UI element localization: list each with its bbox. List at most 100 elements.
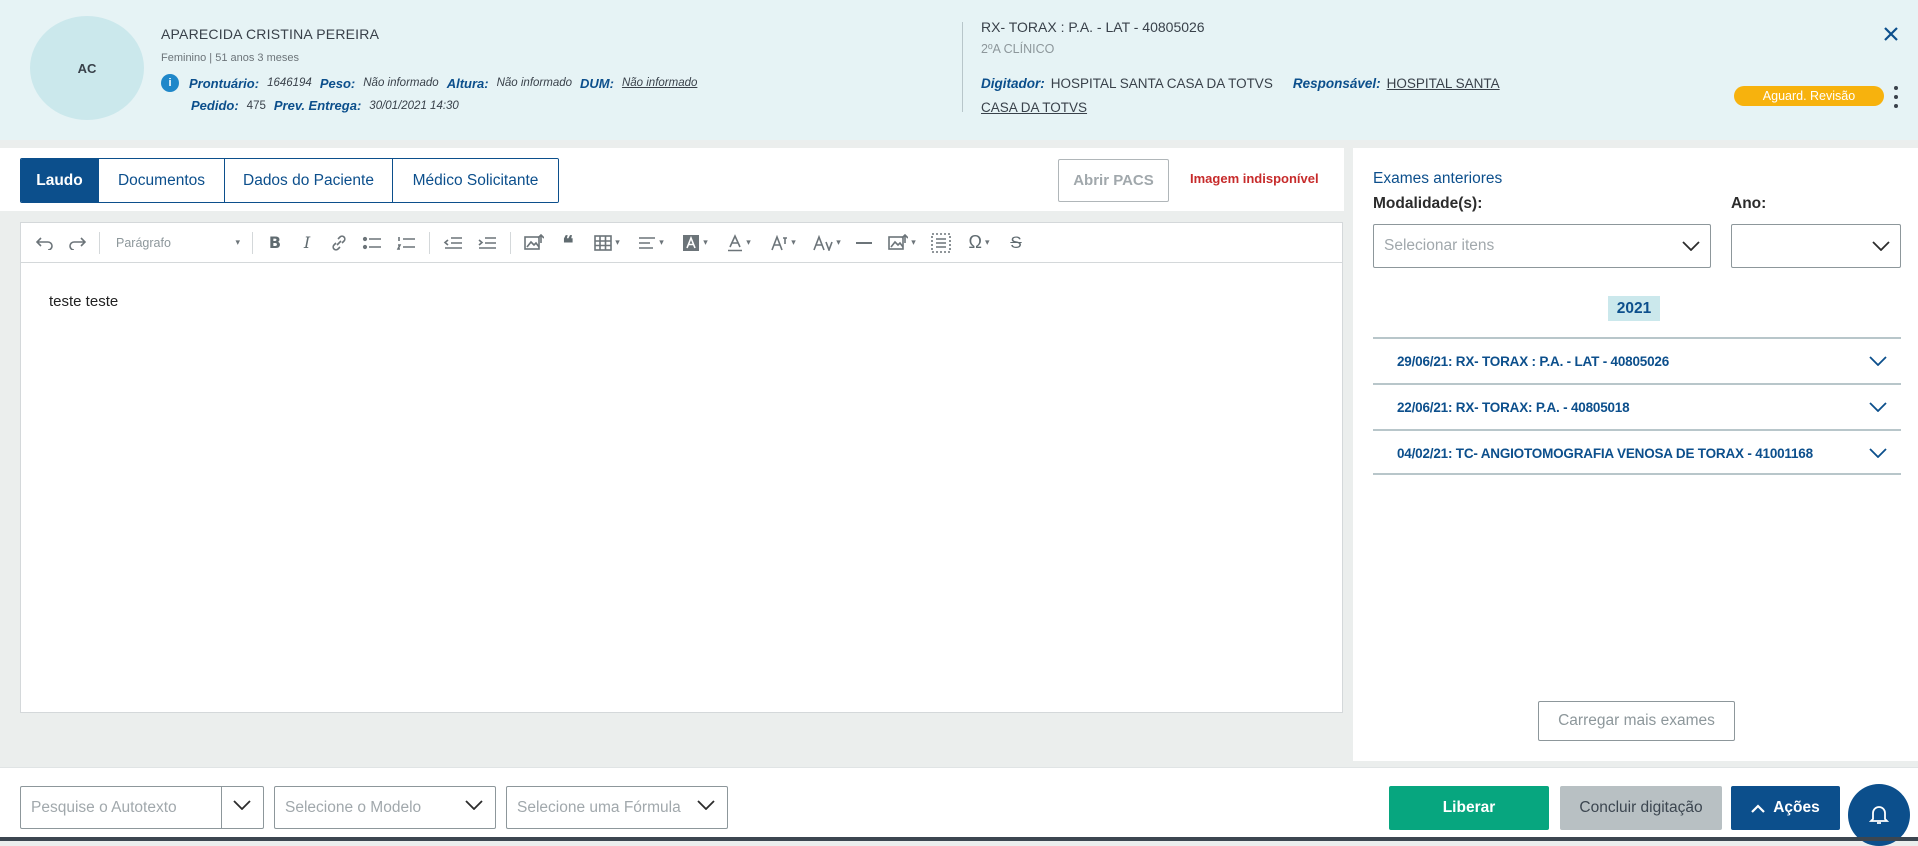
editor-toolbar: Parágrafo ▾ B I ❝ ▾ ▾ ▾ ▾ ▾ ▾ ▾ Ω ▾ S xyxy=(21,223,1342,263)
patient-info-row: i Prontuário: 1646194 Peso: Não informad… xyxy=(161,74,705,92)
modelo-select[interactable]: Selecione o Modelo xyxy=(274,786,496,829)
patient-name: APARECIDA CRISTINA PEREIRA xyxy=(161,26,380,42)
numbered-list-icon[interactable] xyxy=(389,228,423,258)
acoes-button[interactable]: Ações xyxy=(1731,786,1840,830)
blockquote-icon[interactable]: ❝ xyxy=(551,228,585,258)
table-icon[interactable]: ▾ xyxy=(585,228,629,258)
chevron-down-icon: ▾ xyxy=(235,237,240,247)
altura-value: Não informado xyxy=(496,77,573,89)
ano-label: Ano: xyxy=(1731,195,1767,212)
upload-image-icon[interactable]: ▾ xyxy=(879,228,925,258)
peso-label: Peso: xyxy=(319,75,356,91)
close-icon[interactable] xyxy=(1881,24,1901,44)
patient-header xyxy=(0,0,1918,140)
chevron-up-icon xyxy=(1751,803,1766,813)
header-divider xyxy=(962,22,963,112)
select-all-icon[interactable] xyxy=(925,228,957,258)
patient-meta: Feminino | 51 anos 3 meses xyxy=(161,52,299,64)
link-icon[interactable] xyxy=(323,228,355,258)
font-color-icon[interactable]: ▾ xyxy=(717,228,761,258)
tab-dados-paciente[interactable]: Dados do Paciente xyxy=(225,159,393,202)
digitador-label: Digitador: xyxy=(981,76,1045,91)
previous-exam-item[interactable]: 22/06/21: RX- TORAX: P.A. - 40805018 xyxy=(1373,383,1901,429)
responsavel-label: Responsável: xyxy=(1292,76,1381,91)
bold-icon[interactable]: B xyxy=(259,228,291,258)
load-more-exams-button[interactable]: Carregar mais exames xyxy=(1538,701,1735,741)
highlight-icon[interactable]: ▾ xyxy=(673,228,717,258)
peso-value: Não informado xyxy=(363,77,439,89)
autotexto-placeholder: Pesquise o Autotexto xyxy=(31,798,177,816)
chevron-down-icon[interactable] xyxy=(1869,356,1887,366)
dum-value[interactable]: Não informado xyxy=(622,77,697,89)
strikethrough-icon[interactable]: S xyxy=(1001,228,1031,258)
paragraph-style-label: Parágrafo xyxy=(116,235,171,250)
chevron-down-icon[interactable] xyxy=(1869,448,1887,458)
order-info-row: Pedido: 475 Prev. Entrega: 30/01/2021 14… xyxy=(191,98,467,113)
prontuario-value: 1646194 xyxy=(267,77,312,89)
responsavel-value[interactable]: HOSPITAL SANTA xyxy=(1387,76,1500,91)
tab-documentos[interactable]: Documentos xyxy=(99,159,225,202)
bulleted-list-icon[interactable] xyxy=(355,228,389,258)
select-divider xyxy=(221,787,222,828)
formula-placeholder: Selecione uma Fórmula xyxy=(517,798,681,816)
previous-exam-label: 22/06/21: RX- TORAX: P.A. - 40805018 xyxy=(1397,399,1630,415)
chevron-down-icon xyxy=(697,800,715,810)
font-family-icon[interactable]: ▾ xyxy=(761,228,805,258)
modalidade-placeholder: Selecionar itens xyxy=(1384,237,1495,254)
concluir-digitacao-button[interactable]: Concluir digitação xyxy=(1560,786,1722,830)
ano-select[interactable] xyxy=(1731,224,1901,268)
liberar-button[interactable]: Liberar xyxy=(1389,786,1549,830)
outdent-icon[interactable] xyxy=(436,228,470,258)
formula-select[interactable]: Selecione uma Fórmula xyxy=(506,786,728,829)
prontuario-label: Prontuário: xyxy=(189,75,260,91)
info-icon[interactable]: i xyxy=(161,74,179,92)
pedido-value: 475 xyxy=(246,99,266,112)
footer-bottom-edge xyxy=(0,837,1918,841)
toolbar-separator xyxy=(252,231,253,254)
status-badge: Aguard. Revisão xyxy=(1734,86,1884,106)
undo-icon[interactable] xyxy=(29,228,61,258)
open-pacs-button[interactable]: Abrir PACS xyxy=(1058,159,1169,202)
more-options-icon[interactable] xyxy=(1890,86,1902,108)
previous-exam-item[interactable]: 29/06/21: RX- TORAX : P.A. - LAT - 40805… xyxy=(1373,337,1901,383)
modalidade-label: Modalidade(s): xyxy=(1373,195,1483,212)
chevron-down-icon xyxy=(1872,241,1890,251)
prev-entrega-label: Prev. Entrega: xyxy=(273,98,362,113)
insert-image-icon[interactable] xyxy=(517,228,551,258)
previous-exams-divider xyxy=(1373,473,1901,475)
previous-exam-item[interactable]: 04/02/21: TC- ANGIOTOMOGRAFIA VENOSA DE … xyxy=(1373,429,1901,475)
editor-content[interactable]: teste teste xyxy=(49,293,118,310)
redo-icon[interactable] xyxy=(61,228,93,258)
paragraph-style-select[interactable]: Parágrafo ▾ xyxy=(106,228,246,258)
modalidade-select[interactable]: Selecionar itens xyxy=(1373,224,1711,268)
pedido-label: Pedido: xyxy=(191,98,239,113)
horizontal-line-icon[interactable] xyxy=(849,228,879,258)
report-editor: Parágrafo ▾ B I ❝ ▾ ▾ ▾ ▾ ▾ ▾ ▾ Ω ▾ S te… xyxy=(20,222,1343,713)
dum-label: DUM: xyxy=(580,75,614,91)
year-badge: 2021 xyxy=(1608,296,1660,321)
autotexto-search[interactable]: Pesquise o Autotexto xyxy=(20,786,264,829)
chevron-down-icon[interactable] xyxy=(1869,402,1887,412)
chevron-down-icon xyxy=(1682,241,1700,251)
italic-icon[interactable]: I xyxy=(291,228,323,258)
altura-label: Altura: xyxy=(446,75,489,91)
toolbar-separator xyxy=(510,231,511,254)
previous-exam-label: 04/02/21: TC- ANGIOTOMOGRAFIA VENOSA DE … xyxy=(1397,445,1813,461)
acoes-label: Ações xyxy=(1773,799,1820,816)
prev-entrega-value: 30/01/2021 14:30 xyxy=(369,99,459,112)
indent-icon[interactable] xyxy=(470,228,504,258)
font-size-icon[interactable]: ▾ xyxy=(805,228,849,258)
special-characters-icon[interactable]: Ω ▾ xyxy=(957,228,1001,258)
align-icon[interactable]: ▾ xyxy=(629,228,673,258)
tab-bar: Laudo Documentos Dados do Paciente Médic… xyxy=(20,158,559,203)
toolbar-separator xyxy=(429,231,430,254)
responsavel-value-cont[interactable]: CASA DA TOTVS xyxy=(981,100,1087,115)
previous-exams-title: Exames anteriores xyxy=(1373,170,1503,187)
digitador-value: HOSPITAL SANTA CASA DA TOTVS xyxy=(1050,76,1273,91)
previous-exam-label: 29/06/21: RX- TORAX : P.A. - LAT - 40805… xyxy=(1397,353,1670,369)
avatar-initials: AC xyxy=(77,60,97,76)
chevron-down-icon[interactable] xyxy=(233,800,251,810)
tab-laudo[interactable]: Laudo xyxy=(21,159,99,202)
tab-medico-solicitante[interactable]: Médico Solicitante xyxy=(393,159,558,202)
exam-subtitle: 2ºA CLÍNICO xyxy=(981,42,1055,56)
